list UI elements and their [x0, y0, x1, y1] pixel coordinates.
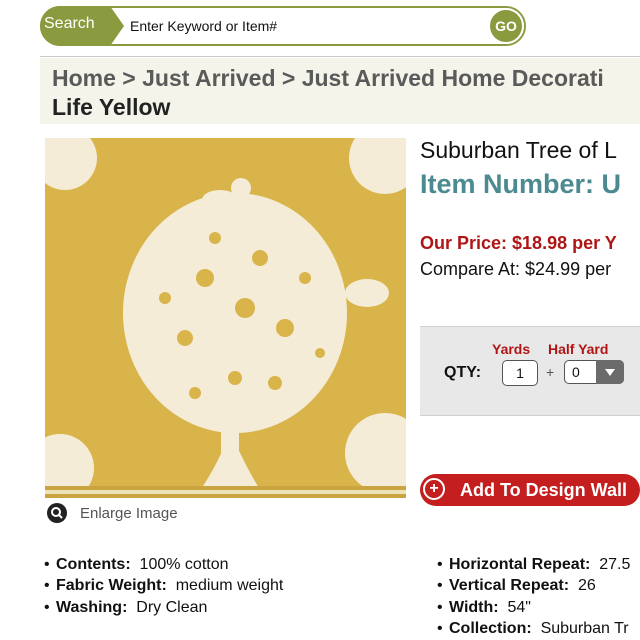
compare-at-price: Compare At: $24.99 per [420, 259, 612, 279]
spec-label: Vertical Repeat: [449, 577, 570, 594]
yards-label: Yards [492, 341, 531, 357]
spec-value: Suburban Tr [540, 620, 629, 637]
qty-label: QTY: [444, 364, 482, 381]
spec-value: 100% cotton [139, 556, 229, 573]
breadcrumb-separator: > [281, 65, 296, 91]
breadcrumb-home-decor-link[interactable]: Just Arrived Home Decorati [302, 65, 604, 91]
spec-label: Horizontal Repeat: [449, 556, 591, 573]
spec-item: • Vertical Repeat: 26 [437, 577, 596, 594]
half-yard-label: Half Yard [548, 341, 609, 357]
spec-value: 27.5 [599, 556, 631, 573]
spec-value: 26 [577, 577, 596, 594]
spec-value: 54" [507, 599, 531, 616]
search-tab-label: Search [44, 15, 95, 32]
spec-item: • Horizontal Repeat: 27.5 [437, 556, 631, 573]
breadcrumb-separator: > [122, 65, 136, 91]
breadcrumb-trail: Home > Just Arrived > Just Arrived Home … [52, 64, 604, 92]
spec-label: Contents: [56, 556, 131, 573]
half-yard-value: 0 [572, 364, 580, 380]
item-number: Item Number: U [420, 169, 622, 199]
magnifier-icon[interactable] [47, 503, 67, 523]
spec-value: Dry Clean [136, 599, 208, 616]
spec-value: medium weight [175, 577, 284, 594]
our-price: Our Price: $18.98 per Y [420, 233, 617, 253]
plus-icon: + [423, 478, 445, 500]
spec-item: • Width: 54" [437, 599, 531, 616]
plus-sign: + [546, 364, 555, 380]
spec-label: Fabric Weight: [56, 577, 167, 594]
fabric-pattern-image [45, 138, 406, 498]
spec-label: Collection: [449, 620, 532, 637]
product-image[interactable] [45, 138, 406, 498]
add-to-design-wall-label: Add To Design Wall [460, 480, 627, 500]
spec-label: Washing: [56, 599, 128, 616]
chevron-down-icon[interactable] [596, 360, 624, 384]
spec-label: Width: [449, 599, 499, 616]
spec-item: • Collection: Suburban Tr [437, 620, 629, 637]
yards-input[interactable]: 1 [502, 360, 538, 386]
search-input[interactable] [130, 12, 480, 40]
enlarge-image-link[interactable]: Enlarge Image [80, 504, 178, 524]
header-divider [40, 56, 640, 57]
spec-item: • Washing: Dry Clean [44, 599, 208, 616]
product-title: Suburban Tree of L [420, 137, 617, 163]
breadcrumb-home-link[interactable]: Home [52, 65, 116, 91]
page-title: Life Yellow [52, 94, 171, 120]
go-button[interactable]: GO [488, 8, 524, 44]
spec-item: • Contents: 100% cotton [44, 556, 229, 573]
spec-item: • Fabric Weight: medium weight [44, 577, 284, 594]
breadcrumb-just-arrived-link[interactable]: Just Arrived [142, 65, 275, 91]
